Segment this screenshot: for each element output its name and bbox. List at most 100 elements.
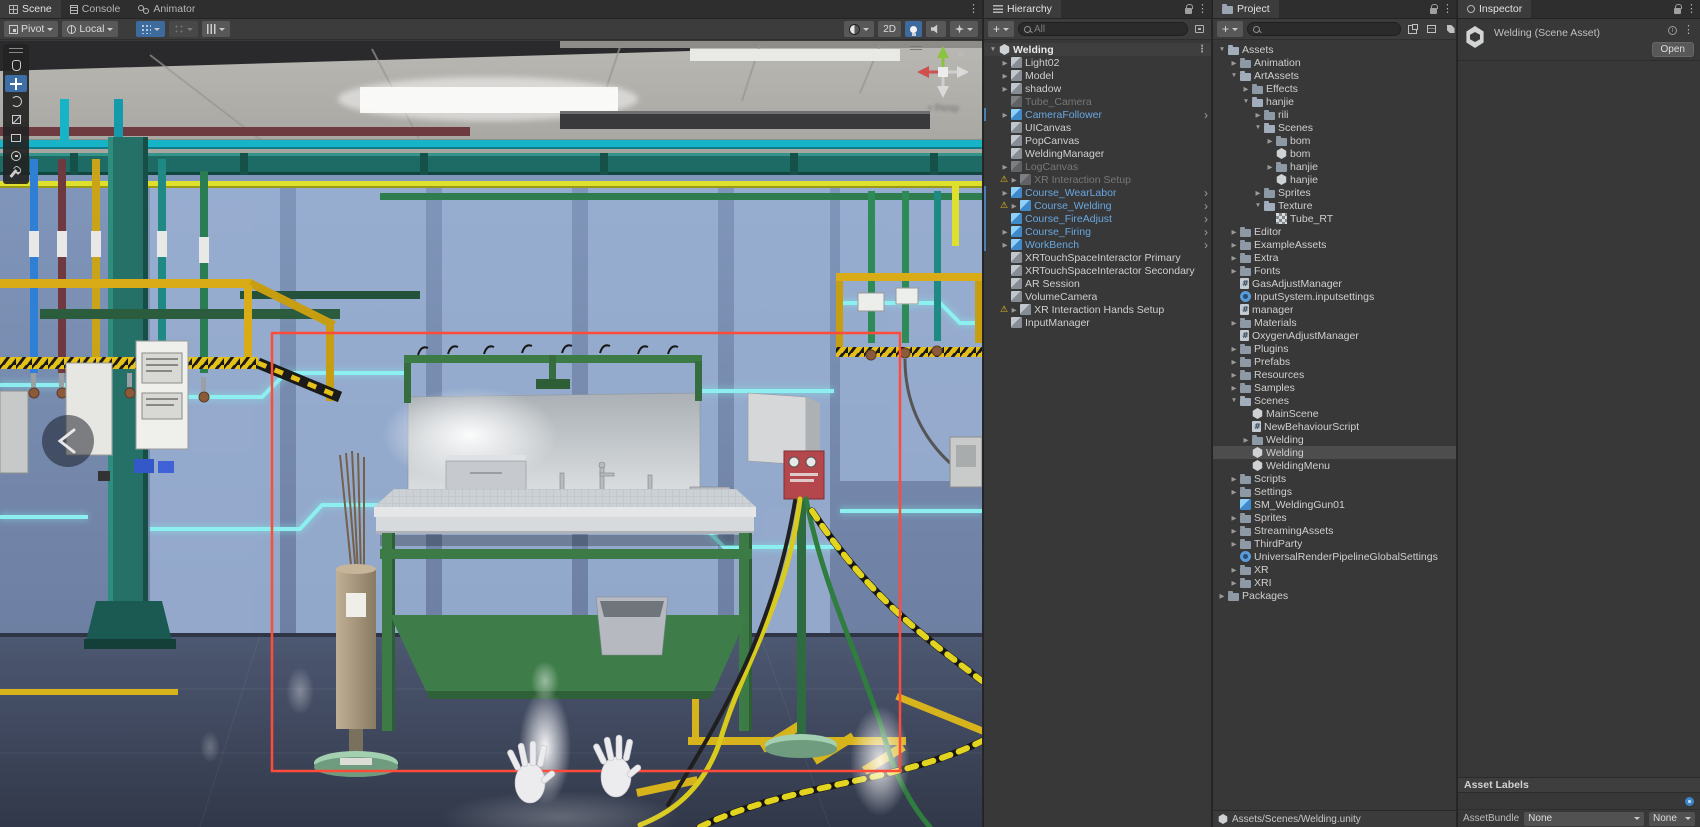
tab-animator[interactable]: Animator: [129, 0, 204, 18]
hierarchy-item[interactable]: ▶ WorkBench ›: [984, 238, 1211, 251]
project-item[interactable]: ▶ Sprites: [1213, 186, 1456, 199]
project-item[interactable]: ▶ Extra: [1213, 251, 1456, 264]
hierarchy-add-button[interactable]: +: [988, 21, 1015, 37]
scene-kebab-icon[interactable]: ⋮: [968, 4, 979, 15]
project-item[interactable]: Welding: [1213, 446, 1456, 459]
project-item[interactable]: ▶ Sprites: [1213, 511, 1456, 524]
hierarchy-search[interactable]: [1018, 22, 1188, 36]
hierarchy-item[interactable]: ⚠ ▶ Course_Welding ›: [984, 199, 1211, 212]
lock-icon[interactable]: [1674, 4, 1682, 14]
project-search-input[interactable]: [1263, 23, 1396, 35]
prefab-open-arrow[interactable]: ›: [1204, 109, 1208, 121]
project-item[interactable]: ▼ Scenes: [1213, 121, 1456, 134]
expander-icon[interactable]: ▶: [1229, 566, 1239, 574]
hierarchy-item[interactable]: PopCanvas: [984, 134, 1211, 147]
snap-increment-button[interactable]: [169, 21, 199, 37]
prefab-open-arrow[interactable]: ›: [1204, 213, 1208, 225]
project-item[interactable]: Tube_RT: [1213, 212, 1456, 225]
expander-icon[interactable]: ▶: [1000, 163, 1010, 171]
expander-icon[interactable]: ▶: [1000, 241, 1010, 249]
project-item[interactable]: ▶ Samples: [1213, 381, 1456, 394]
header-kebab-icon[interactable]: ⋮: [1683, 25, 1694, 36]
project-item[interactable]: ▶ Welding: [1213, 433, 1456, 446]
project-item[interactable]: ▶ Plugins: [1213, 342, 1456, 355]
expander-icon[interactable]: ▶: [1229, 59, 1239, 67]
grid-axis-button[interactable]: [202, 21, 231, 37]
row-kebab-icon[interactable]: ⋮: [1197, 44, 1207, 55]
expander-icon[interactable]: ▶: [1265, 137, 1275, 145]
assetbundle-variant-dropdown[interactable]: None: [1649, 811, 1695, 826]
scene-effects-dropdown[interactable]: [950, 21, 978, 37]
prefab-open-arrow[interactable]: ›: [1204, 226, 1208, 238]
project-item[interactable]: ▶ rili: [1213, 108, 1456, 121]
hierarchy-item[interactable]: Tube_Camera: [984, 95, 1211, 108]
expander-icon[interactable]: ▼: [988, 46, 998, 53]
project-item[interactable]: ▼ Scenes: [1213, 394, 1456, 407]
project-item[interactable]: ▼ ArtAssets: [1213, 69, 1456, 82]
hierarchy-item[interactable]: Course_FireAdjust ›: [984, 212, 1211, 225]
expander-icon[interactable]: ▶: [1009, 176, 1019, 184]
hierarchy-item[interactable]: ▶ CameraFollower ›: [984, 108, 1211, 121]
expander-icon[interactable]: ▶: [1229, 527, 1239, 535]
expander-icon[interactable]: ▶: [1229, 540, 1239, 548]
expander-icon[interactable]: ▶: [1229, 488, 1239, 496]
project-item[interactable]: GasAdjustManager: [1213, 277, 1456, 290]
project-add-button[interactable]: +: [1217, 21, 1244, 37]
lock-icon[interactable]: [1430, 4, 1438, 14]
expander-icon[interactable]: ▶: [1217, 592, 1227, 600]
scene-back-button[interactable]: [42, 415, 94, 467]
project-kebab-icon[interactable]: ⋮: [1442, 4, 1453, 15]
project-item[interactable]: ▶ Effects: [1213, 82, 1456, 95]
label-tag-icon[interactable]: [1685, 796, 1694, 806]
hierarchy-item[interactable]: ▶ Model: [984, 69, 1211, 82]
expander-icon[interactable]: ▶: [1241, 436, 1251, 444]
label-filter-icon[interactable]: [1443, 22, 1456, 37]
assetbundle-dropdown[interactable]: None: [1524, 811, 1644, 826]
scale-tool-button[interactable]: [5, 111, 27, 128]
move-tool-button[interactable]: [5, 75, 27, 92]
expander-icon[interactable]: ▶: [1241, 85, 1251, 93]
package-icon[interactable]: [1424, 22, 1439, 37]
scene-viewport[interactable]: [0, 41, 982, 827]
project-item[interactable]: ▶ Materials: [1213, 316, 1456, 329]
expander-icon[interactable]: ▼: [1253, 124, 1263, 131]
project-item[interactable]: ▶ Animation: [1213, 56, 1456, 69]
scene-lighting-toggle[interactable]: [905, 21, 922, 37]
tab-scene[interactable]: Scene: [0, 0, 61, 18]
hierarchy-item[interactable]: XRTouchSpaceInteractor Primary: [984, 251, 1211, 264]
project-item[interactable]: UniversalRenderPipelineGlobalSettings: [1213, 550, 1456, 563]
project-item[interactable]: ▶ XRI: [1213, 576, 1456, 589]
hierarchy-item[interactable]: ⚠ ▶ XR Interaction Hands Setup: [984, 303, 1211, 316]
project-item[interactable]: MainScene: [1213, 407, 1456, 420]
tab-console[interactable]: Console: [61, 0, 130, 18]
project-item[interactable]: NewBehaviourScript: [1213, 420, 1456, 433]
expander-icon[interactable]: ▶: [1000, 111, 1010, 119]
hierarchy-item[interactable]: ▶ Course_Firing ›: [984, 225, 1211, 238]
expander-icon[interactable]: ▶: [1229, 371, 1239, 379]
project-item[interactable]: ▶ Scripts: [1213, 472, 1456, 485]
hierarchy-item[interactable]: ⚠ ▶ XR Interaction Setup: [984, 173, 1211, 186]
rect-tool-button[interactable]: [5, 129, 27, 146]
expander-icon[interactable]: ▶: [1253, 189, 1263, 197]
project-item[interactable]: ▶ Packages: [1213, 589, 1456, 602]
project-item[interactable]: ▶ Settings: [1213, 485, 1456, 498]
expander-icon[interactable]: ▼: [1217, 46, 1227, 53]
project-item[interactable]: ▼ hanjie: [1213, 95, 1456, 108]
expander-icon[interactable]: ▼: [1229, 397, 1239, 404]
hierarchy-item[interactable]: ▶ LogCanvas: [984, 160, 1211, 173]
expander-icon[interactable]: ▶: [1229, 241, 1239, 249]
expander-icon[interactable]: ▼: [1241, 98, 1251, 105]
expander-icon[interactable]: ▶: [1229, 267, 1239, 275]
grid-snap-button[interactable]: [136, 21, 166, 37]
project-search[interactable]: [1247, 22, 1402, 36]
help-icon[interactable]: i: [1668, 26, 1677, 35]
pivot-dropdown[interactable]: Pivot: [4, 21, 59, 37]
shading-mode-dropdown[interactable]: [844, 21, 875, 37]
open-in-new-icon[interactable]: [1405, 22, 1420, 37]
hierarchy-item[interactable]: AR Session: [984, 277, 1211, 290]
project-item[interactable]: ▶ bom: [1213, 134, 1456, 147]
hierarchy-item[interactable]: InputManager: [984, 316, 1211, 329]
custom-tools-button[interactable]: [5, 165, 27, 182]
lock-icon[interactable]: [1185, 4, 1193, 14]
expander-icon[interactable]: ▶: [1265, 163, 1275, 171]
